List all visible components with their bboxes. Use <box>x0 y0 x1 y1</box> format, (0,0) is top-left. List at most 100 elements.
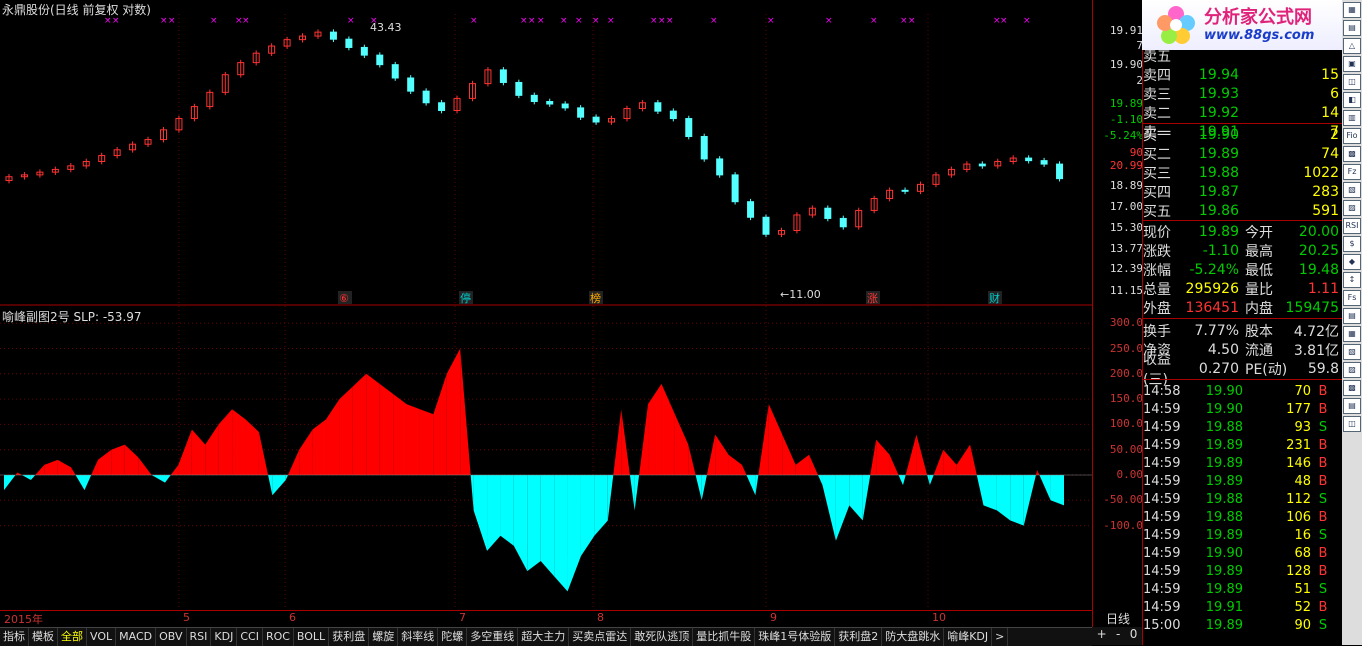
indicator-tab[interactable]: BOLL <box>294 628 330 646</box>
chart-svg[interactable]: × × × × × × × × × × × × × × × × × × × × × × × × × × × × ×43.43←11.00… <box>0 0 1092 610</box>
indicator-tab[interactable]: 买卖点雷达 <box>569 628 632 646</box>
side-tool-icon[interactable]: ◧ <box>1343 92 1361 108</box>
side-tool-icon[interactable]: ▣ <box>1343 56 1361 72</box>
side-tool-icon[interactable]: ▩ <box>1343 146 1361 162</box>
buy-level-volume: 2 <box>1330 126 1339 143</box>
separator <box>1143 318 1343 319</box>
stat-value: 7.77% <box>1194 322 1239 339</box>
stat-row: 涨跌 -1.10 最高 20.25 <box>1143 241 1343 260</box>
side-tool-icon[interactable]: ▤ <box>1343 20 1361 36</box>
tick-price: 19.89 <box>1205 455 1243 471</box>
indicator-tab[interactable]: 超大主力 <box>518 628 570 646</box>
indicator-tab[interactable]: KDJ <box>211 628 238 646</box>
osc-area-segment <box>540 475 555 577</box>
stat-value: -5.24% <box>1189 261 1239 278</box>
osc-area-segment <box>613 409 622 475</box>
price-axis-label: 17.00 <box>1109 200 1143 213</box>
indicator-tab[interactable]: 获利盘2 <box>835 628 883 646</box>
tick-time: 14:59 <box>1143 599 1181 615</box>
osc-area-segment <box>433 373 447 475</box>
zoom-in-button[interactable]: + <box>1097 627 1107 645</box>
price-axis-label: 90 <box>1129 146 1143 159</box>
indicator-tab[interactable]: 陀螺 <box>438 628 468 646</box>
indicator-tab[interactable]: MACD <box>116 628 157 646</box>
side-tool-icon[interactable]: Fz <box>1343 164 1361 180</box>
indicator-tab[interactable]: RSI <box>187 628 212 646</box>
side-tool-icon[interactable]: ▧ <box>1343 344 1361 360</box>
indicator-tab[interactable]: > <box>992 628 1009 646</box>
tick-side: S <box>1318 491 1328 507</box>
buy-level-volume: 74 <box>1321 145 1339 162</box>
stat-value-2: 159475 <box>1285 299 1339 316</box>
indicator-tab[interactable]: 量比抓牛股 <box>693 628 756 646</box>
indicator-tab[interactable]: CCI <box>237 628 263 646</box>
stat-value: 19.89 <box>1198 223 1239 240</box>
side-tool-icon[interactable]: ▥ <box>1343 110 1361 126</box>
indicator-tab[interactable]: 喻峰KDJ <box>944 628 993 646</box>
side-tool-icon[interactable]: ▤ <box>1343 308 1361 324</box>
separator <box>1143 379 1343 380</box>
indicator-tab[interactable]: ROC <box>263 628 294 646</box>
period-label[interactable]: 日线 <box>1092 610 1143 627</box>
side-tool-icon[interactable]: ◫ <box>1343 74 1361 90</box>
osc-area-segment <box>889 454 899 475</box>
indicator-tab[interactable]: VOL <box>87 628 117 646</box>
indicator-tab[interactable]: OBV <box>156 628 187 646</box>
indicator-tab[interactable]: 敢死队逃顶 <box>631 628 694 646</box>
side-tool-icon[interactable]: Fs <box>1343 290 1361 306</box>
osc-axis-label: 150.0 <box>1109 392 1143 406</box>
indicator-tab[interactable]: 斜率线 <box>398 628 439 646</box>
tick-price: 19.88 <box>1205 491 1243 507</box>
side-tool-icon[interactable]: ▧ <box>1343 182 1361 198</box>
tick-volume: 68 <box>1294 545 1311 561</box>
indicator-tab[interactable]: 防大盘跳水 <box>882 628 945 646</box>
tick-price: 19.91 <box>1205 599 1243 615</box>
indicator-tab[interactable]: 模板 <box>29 628 58 646</box>
osc-area-segment <box>898 475 903 486</box>
osc-area-segment <box>393 394 407 475</box>
side-tool-icon[interactable]: ▨ <box>1343 200 1361 216</box>
side-tool-icon[interactable]: △ <box>1343 38 1361 54</box>
tick-time: 14:59 <box>1143 509 1181 525</box>
kline-chart-area[interactable]: × × × × × × × × × × × × × × × × × × × × × × × × × × × × × 43.43 ←11.00… <box>0 0 1092 610</box>
sell-level-price: 19.94 <box>1198 66 1239 83</box>
tick-price: 19.90 <box>1205 383 1243 399</box>
stat-key-2: 股本 <box>1245 323 1273 340</box>
side-tool-icon[interactable]: ▤ <box>1343 398 1361 414</box>
event-star-marker: × <box>908 16 916 26</box>
stat-value: 136451 <box>1185 299 1239 316</box>
side-tool-icon[interactable]: RSI <box>1343 218 1361 234</box>
side-tool-icon[interactable]: ↕ <box>1343 272 1361 288</box>
candle-body <box>1025 157 1033 162</box>
indicator-tab[interactable]: 指标 <box>0 628 29 646</box>
zoom-reset-button[interactable]: 0 <box>1130 627 1138 645</box>
osc-area-segment <box>406 404 420 475</box>
event-star-marker: × <box>870 16 878 26</box>
osc-area-segment <box>567 475 581 592</box>
osc-area-segment <box>111 444 125 475</box>
tick-time: 14:59 <box>1143 527 1181 543</box>
side-tool-icon[interactable]: $ <box>1343 236 1361 252</box>
side-tool-icon[interactable]: ▨ <box>1343 362 1361 378</box>
tick-side: S <box>1318 617 1328 633</box>
date-label: 2015年 <box>4 613 43 626</box>
stat-value-2: 4.72亿 <box>1293 323 1339 340</box>
side-tool-icon[interactable]: Fio <box>1343 128 1361 144</box>
candle-body <box>577 107 585 118</box>
indicator-tab[interactable]: 获利盘 <box>329 628 370 646</box>
indicator-tab[interactable]: 全部 <box>58 628 87 646</box>
candle-body <box>422 90 430 104</box>
side-tool-icon[interactable]: ◆ <box>1343 254 1361 270</box>
side-tool-icon[interactable]: ▦ <box>1343 326 1361 342</box>
buy-level-price: 19.88 <box>1198 164 1239 181</box>
indicator-tab[interactable]: 螺旋 <box>369 628 399 646</box>
sell-level-volume: 6 <box>1330 85 1339 102</box>
side-tool-icon[interactable]: ▦ <box>1343 2 1361 18</box>
side-tool-icon[interactable]: ▩ <box>1343 380 1361 396</box>
indicator-tab[interactable]: 珠峰1号体验版 <box>755 628 836 646</box>
low-annotation: ←11.00 <box>780 288 821 301</box>
zoom-out-button[interactable]: - <box>1116 627 1120 645</box>
side-tool-icon[interactable]: ◫ <box>1343 416 1361 432</box>
buy-level-label: 买四 <box>1143 184 1171 201</box>
indicator-tab[interactable]: 多空重线 <box>467 628 519 646</box>
